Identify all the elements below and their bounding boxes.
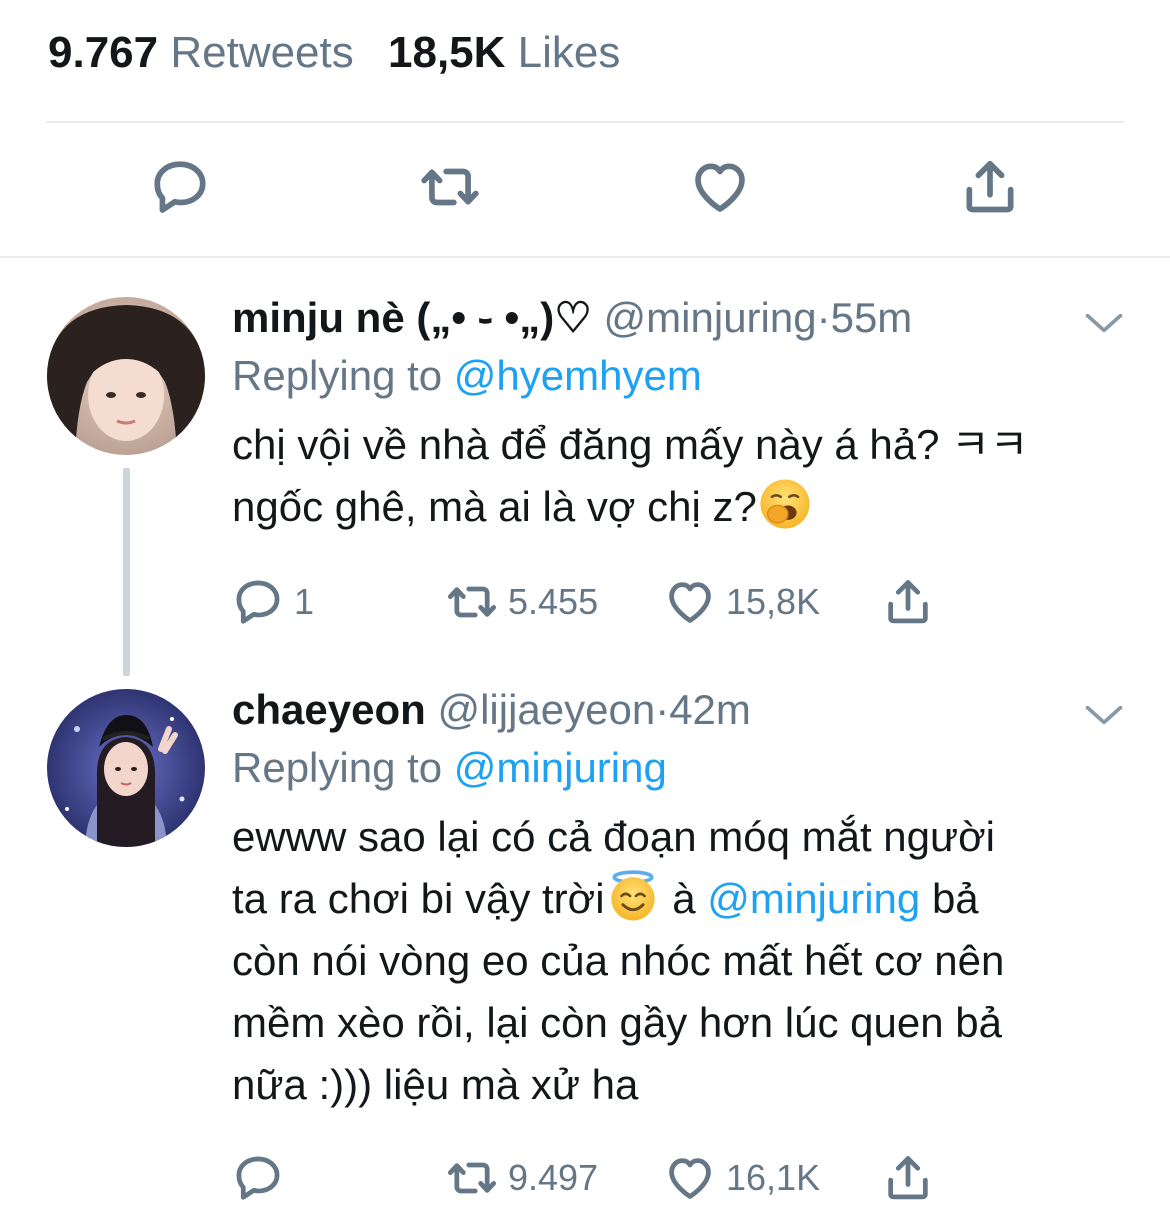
replying-to: Replying to @hyemhyem <box>232 352 1130 400</box>
replying-to: Replying to @minjuring <box>232 744 1130 792</box>
avatar[interactable] <box>47 689 205 847</box>
tweet-text-segment: ngốc ghê, mà ai là vợ chị z? <box>232 483 757 530</box>
tweet-text-segment: ta ra chơi bi vậy trời <box>232 875 605 922</box>
timestamp[interactable]: 55m <box>831 294 913 341</box>
tweet-text-line: ta ra chơi bi vậy trời à @minjuring bả <box>232 868 1130 930</box>
likes-label[interactable]: Likes <box>518 28 621 77</box>
retweet-button[interactable]: 9.497 <box>446 1151 598 1205</box>
avatar-image <box>47 297 205 455</box>
thread-connector <box>123 468 130 676</box>
mention-link[interactable]: @minjuring <box>707 875 920 922</box>
tweet-header: chaeyeon @lijjaeyeon·42m <box>232 686 1130 734</box>
divider <box>46 121 1124 123</box>
share-icon <box>959 156 1021 218</box>
more-options-button[interactable] <box>1082 692 1130 728</box>
like-icon <box>664 1152 716 1204</box>
share-button[interactable] <box>882 1151 934 1205</box>
engagement-stats: 9.767 Retweets 18,5K Likes <box>48 28 620 78</box>
display-name[interactable]: minju nè („• ֊ •„)♡ <box>232 294 592 341</box>
replying-label: Replying to <box>232 744 443 791</box>
reply-button[interactable] <box>148 155 212 219</box>
reply-count: 1 <box>294 581 315 622</box>
share-icon <box>882 1152 934 1204</box>
chevron-down-icon <box>1082 700 1126 730</box>
like-button[interactable]: 16,1K <box>664 1151 820 1205</box>
like-count: 15,8K <box>726 581 821 622</box>
reply-tweet[interactable]: chaeyeon @lijjaeyeon·42m Replying to @mi… <box>232 686 1130 1116</box>
likes-count: 18,5K <box>388 28 506 77</box>
replying-label: Replying to <box>232 352 443 399</box>
reply-button[interactable]: 1 <box>232 575 314 629</box>
tweet-text-line: ewww sao lại có cả đoạn móq mắt người <box>232 813 996 860</box>
replying-to-mention[interactable]: @minjuring <box>454 744 667 791</box>
share-icon <box>882 576 934 628</box>
retweet-icon <box>419 156 481 218</box>
retweet-button[interactable] <box>418 155 482 219</box>
like-icon <box>689 156 751 218</box>
reply-icon <box>232 1152 284 1204</box>
timestamp[interactable]: 42m <box>669 686 751 733</box>
avatar[interactable] <box>47 297 205 455</box>
retweet-icon <box>446 1152 498 1204</box>
separator-dot: · <box>655 686 670 733</box>
share-button[interactable] <box>882 575 934 629</box>
user-handle[interactable]: @minjuring <box>604 294 817 341</box>
user-handle[interactable]: @lijjaeyeon <box>437 686 655 733</box>
divider <box>0 256 1170 258</box>
tweet-text-line: chị vội về nhà để đăng mấy này á hả? ㅋㅋ <box>232 421 1029 468</box>
retweets-count: 9.767 <box>48 28 159 77</box>
reply-button[interactable] <box>232 1151 294 1205</box>
tweet-action-bar: 1 5.455 15,8K <box>232 575 952 629</box>
retweets-label[interactable]: Retweets <box>170 28 353 77</box>
retweet-count: 5.455 <box>508 581 599 622</box>
retweet-count: 9.497 <box>508 1157 599 1198</box>
tweet-text-line: mềm xèo rồi, lại còn gầy hơn lúc quen bả <box>232 999 1002 1046</box>
retweet-icon <box>446 576 498 628</box>
like-button[interactable] <box>688 155 752 219</box>
smiling-face-with-halo-emoji <box>610 870 655 921</box>
avatar-image <box>47 689 205 847</box>
reply-tweet[interactable]: minju nè („• ֊ •„)♡ @minjuring·55m Reply… <box>232 294 1130 538</box>
yawning-face-emoji <box>760 479 810 529</box>
more-options-button[interactable] <box>1082 300 1130 336</box>
retweet-button[interactable]: 5.455 <box>446 575 598 629</box>
tweet-text-line: ngốc ghê, mà ai là vợ chị z? <box>232 476 1130 538</box>
tweet-text-segment: bả <box>920 875 979 922</box>
tweet-text: chị vội về nhà để đăng mấy này á hả? ㅋㅋ … <box>232 414 1130 538</box>
display-name[interactable]: chaeyeon <box>232 686 426 733</box>
tweet-action-bar: 9.497 16,1K <box>232 1151 952 1205</box>
like-count: 16,1K <box>726 1157 821 1198</box>
reply-icon <box>232 576 284 628</box>
like-button[interactable]: 15,8K <box>664 575 820 629</box>
share-button[interactable] <box>958 155 1022 219</box>
chevron-down-icon <box>1082 308 1126 338</box>
tweet-text-segment: à <box>660 875 708 922</box>
reply-icon <box>149 156 211 218</box>
replying-to-mention[interactable]: @hyemhyem <box>454 352 702 399</box>
tweet-header: minju nè („• ֊ •„)♡ @minjuring·55m <box>232 294 1130 342</box>
like-icon <box>664 576 716 628</box>
tweet-text: ewww sao lại có cả đoạn móq mắt người ta… <box>232 806 1130 1116</box>
tweet-text-line: còn nói vòng eo của nhóc mất hết cơ nên <box>232 937 1005 984</box>
separator-dot: · <box>816 294 831 341</box>
tweet-text-line: nữa :))) liệu mà xử ha <box>232 1061 639 1108</box>
